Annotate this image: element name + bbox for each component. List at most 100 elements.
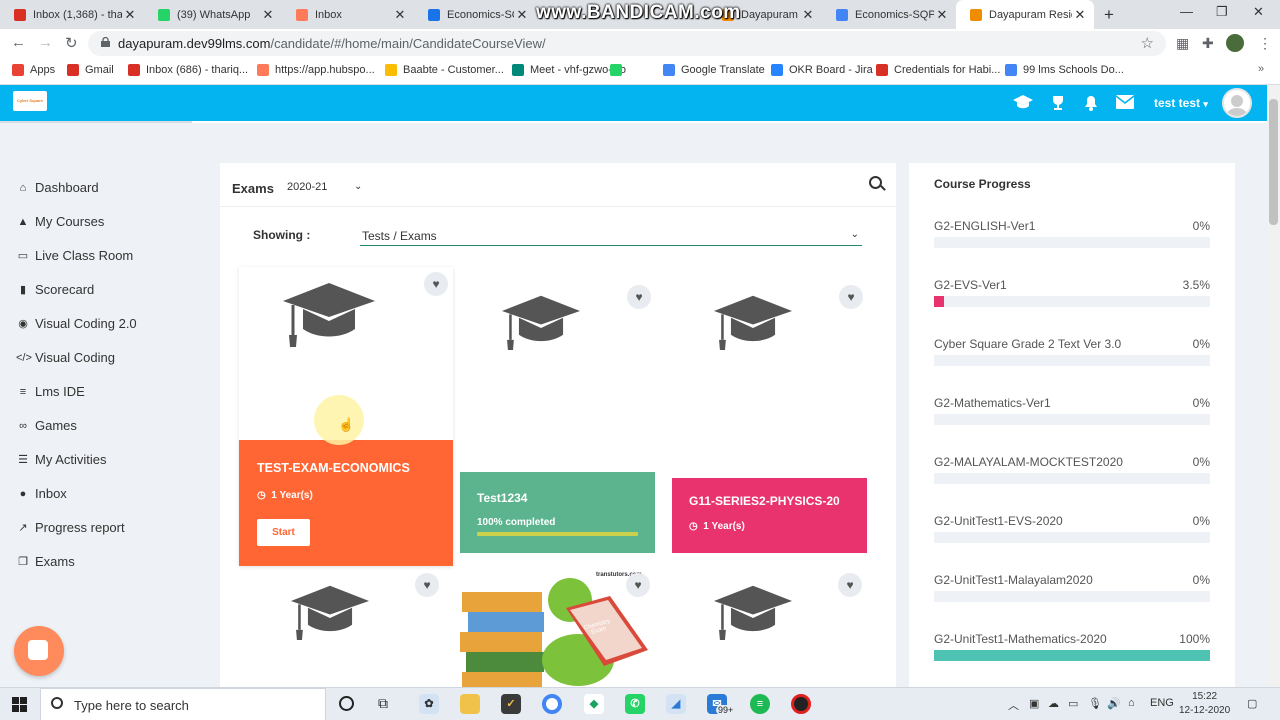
sidebar-item-visual-coding-2-0[interactable]: ◉ Visual Coding 2.0 <box>16 316 136 331</box>
bookmark-item[interactable]: 99 lms Schools Do... <box>1005 64 1124 76</box>
sidebar-item-games[interactable]: ∞ Games <box>16 418 77 433</box>
bookmark-item[interactable]: Google Translate <box>663 64 765 76</box>
sidebar-item-visual-coding[interactable]: </> Visual Coding <box>16 350 115 365</box>
exam-card[interactable]: transtutors.com Chemistry Exam ♥ <box>460 570 655 687</box>
bell-icon[interactable] <box>1084 95 1098 114</box>
sidebar-item-inbox[interactable]: ● Inbox <box>16 486 67 501</box>
sidebar-item-my-activities[interactable]: ☰ My Activities <box>16 452 106 467</box>
exam-card[interactable]: ♥ G11-SERIES2-PHYSICS-20 ◷ 1 Year(s) <box>672 280 867 553</box>
bookmark-item[interactable]: Meet - vhf-gzwo-xjo <box>512 64 626 76</box>
checklist-icon[interactable]: ✓ <box>501 694 521 714</box>
scrollbar-thumb[interactable] <box>1269 99 1278 225</box>
onedrive-icon[interactable]: ☁ <box>1048 697 1059 710</box>
file-explorer-icon[interactable] <box>460 694 480 714</box>
exam-card[interactable]: ♥ <box>672 570 867 687</box>
tray-app-icon[interactable]: ▣ <box>1029 697 1039 710</box>
app-icon[interactable]: ◆ <box>584 694 604 714</box>
puzzle-icon[interactable]: ✚ <box>1202 35 1214 52</box>
exam-type-select[interactable]: Tests / Exams ⌄ <box>360 229 862 246</box>
sidebar-item-live-class-room[interactable]: ▭ Live Class Room <box>16 248 133 263</box>
microphone-icon[interactable]: 🎙 <box>1088 697 1102 710</box>
app-icon[interactable]: ◢ <box>666 694 686 714</box>
close-window-button[interactable]: ✕ <box>1253 4 1264 20</box>
browser-tab[interactable]: (39) WhatsApp ✕ <box>144 0 282 29</box>
menu-icon[interactable]: ⋮ <box>1258 35 1272 52</box>
graduation-cap-icon[interactable] <box>1013 95 1033 112</box>
chat-widget-button[interactable] <box>14 626 64 676</box>
language-indicator[interactable]: ENG <box>1150 697 1174 709</box>
start-button[interactable]: Start <box>257 519 310 546</box>
close-tab-icon[interactable]: ✕ <box>392 7 408 23</box>
chrome-icon[interactable] <box>542 694 562 714</box>
url-bar[interactable]: dayapuram.dev99lms.com/candidate/#/home/… <box>88 31 1166 56</box>
chevron-down-icon[interactable]: ⌄ <box>354 181 362 192</box>
favorite-heart-icon[interactable]: ♥ <box>424 272 448 296</box>
task-view-icon[interactable]: ⧉ <box>378 695 388 712</box>
browser-tab[interactable]: Dayapuram Reside✕ <box>956 0 1094 29</box>
trophy-icon[interactable] <box>1050 95 1066 114</box>
tab-title: Economics-SQP - G <box>855 8 934 21</box>
app-logo[interactable]: Cyber Square <box>13 91 47 111</box>
browser-tab[interactable]: Economics-SQP.pd✕ <box>414 0 536 29</box>
maximize-button[interactable]: ❐ <box>1216 4 1228 20</box>
user-menu[interactable]: test test ▾ <box>1154 96 1208 110</box>
taskbar-search[interactable]: Type here to search <box>40 688 326 720</box>
close-tab-icon[interactable]: ✕ <box>260 7 276 23</box>
search-icon[interactable] <box>869 176 882 189</box>
system-clock[interactable]: 15:22 12-12-2020 <box>1179 690 1230 718</box>
browser-tab[interactable]: Inbox ✕ <box>282 0 414 29</box>
record-icon[interactable] <box>791 694 811 714</box>
favorite-heart-icon[interactable]: ♥ <box>415 573 439 597</box>
network-icon[interactable]: ⌂ <box>1128 697 1135 709</box>
spotify-icon[interactable]: ≡ <box>750 694 770 714</box>
whatsapp-icon[interactable]: ✆ <box>625 694 645 714</box>
browser-tab[interactable]: Economics-SQP - G✕ <box>822 0 956 29</box>
bookmark-item[interactable]: Baabte - Customer... <box>385 64 504 76</box>
tray-device-icon[interactable]: ▭ <box>1068 697 1078 710</box>
more-bookmarks-icon[interactable]: » <box>1258 63 1264 75</box>
sidebar-item-exams[interactable]: ❐ Exams <box>16 554 75 569</box>
close-tab-icon[interactable]: ✕ <box>514 7 530 23</box>
sidebar-item-scorecard[interactable]: ▮ Scorecard <box>16 282 94 297</box>
minimize-button[interactable]: — <box>1180 4 1193 19</box>
favorite-heart-icon[interactable]: ♥ <box>839 285 863 309</box>
favorite-heart-icon[interactable]: ♥ <box>626 573 650 597</box>
bookmark-item[interactable]: Inbox (686) - thariq... <box>128 64 248 76</box>
favorite-heart-icon[interactable]: ♥ <box>838 573 862 597</box>
bookmark-item[interactable] <box>610 64 628 76</box>
close-tab-icon[interactable]: ✕ <box>122 7 138 23</box>
sidebar-item-dashboard[interactable]: ⌂ Dashboard <box>16 180 99 195</box>
profile-avatar[interactable] <box>1226 34 1244 52</box>
envelope-icon[interactable] <box>1115 95 1135 112</box>
sidebar-item-progress-report[interactable]: ↗ Progress report <box>16 520 124 535</box>
page-scrollbar[interactable] <box>1267 85 1280 687</box>
extension-icon[interactable]: ▦ <box>1176 35 1189 52</box>
back-icon[interactable]: ← <box>11 34 26 51</box>
tray-chevron-icon[interactable]: ︿ <box>1008 697 1019 713</box>
bookmark-item[interactable]: https://app.hubspo... <box>257 64 375 76</box>
bookmark-item[interactable]: Credentials for Habi... <box>876 64 1000 76</box>
exam-card[interactable]: ♥ Test1234 100% completed <box>460 280 655 553</box>
new-tab-button[interactable]: + <box>1104 5 1114 25</box>
volume-icon[interactable]: 🔊 <box>1107 697 1121 710</box>
reload-icon[interactable]: ↻ <box>65 34 78 52</box>
notifications-icon[interactable]: ▢ <box>1247 697 1257 710</box>
cortana-icon[interactable] <box>339 696 354 711</box>
sidebar-item-lms-ide[interactable]: ≡ Lms IDE <box>16 384 85 399</box>
bookmark-star-icon[interactable]: ☆ <box>1141 34 1154 52</box>
forward-icon[interactable]: → <box>38 34 53 51</box>
exam-card[interactable]: ♥ <box>249 570 444 687</box>
browser-tab[interactable]: Inbox (1,368) - tha ✕ <box>0 0 144 29</box>
year-select[interactable]: 2020-21 <box>287 181 327 193</box>
close-tab-icon[interactable]: ✕ <box>934 7 950 23</box>
windows-start-icon[interactable] <box>12 697 27 712</box>
bookmark-item[interactable]: Apps <box>12 64 55 76</box>
favorite-heart-icon[interactable]: ♥ <box>627 285 651 309</box>
bookmark-item[interactable]: Gmail <box>67 64 114 76</box>
close-tab-icon[interactable]: ✕ <box>1072 7 1088 23</box>
avatar[interactable] <box>1222 88 1252 118</box>
close-tab-icon[interactable]: ✕ <box>800 7 816 23</box>
app-icon[interactable]: ✿ <box>419 694 439 714</box>
bookmark-item[interactable]: OKR Board - Jira <box>771 64 873 76</box>
sidebar-item-my-courses[interactable]: ▲ My Courses <box>16 214 105 229</box>
